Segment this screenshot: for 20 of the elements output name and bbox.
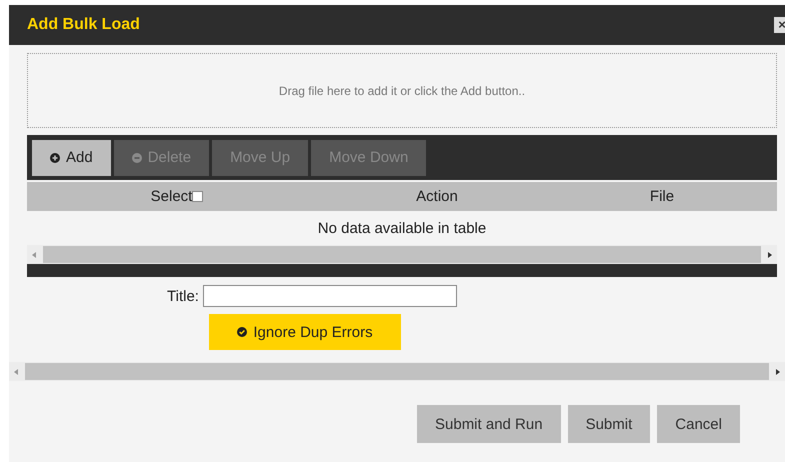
drop-zone[interactable]: Drag file here to add it or click the Add button..	[27, 53, 777, 128]
select-all-checkbox[interactable]	[192, 191, 204, 202]
toolbar-button[interactable]: Add	[32, 140, 111, 176]
horizontal-scrollbar[interactable]	[9, 362, 785, 381]
empty-table-message: No data available in table	[316, 218, 488, 238]
column-header: Action	[416, 188, 458, 205]
minus-icon	[132, 152, 142, 162]
footer-button[interactable]: Submit and Run	[417, 405, 561, 443]
title-input[interactable]	[202, 285, 457, 307]
column-header: File	[650, 188, 674, 205]
close-button[interactable]: ×	[774, 17, 785, 33]
check-circle-icon	[237, 327, 248, 337]
footer-button[interactable]: Cancel	[657, 405, 740, 443]
footer-button[interactable]: Submit	[568, 405, 650, 443]
window-title: Add Bulk Load	[27, 16, 140, 34]
title-label: Title:	[167, 288, 199, 304]
column-header: Select	[150, 188, 192, 205]
ignore-dup-errors-toggle[interactable]: Ignore Dup Errors	[209, 314, 401, 350]
horizontal-scrollbar[interactable]	[27, 245, 777, 264]
plus-icon	[50, 152, 60, 162]
